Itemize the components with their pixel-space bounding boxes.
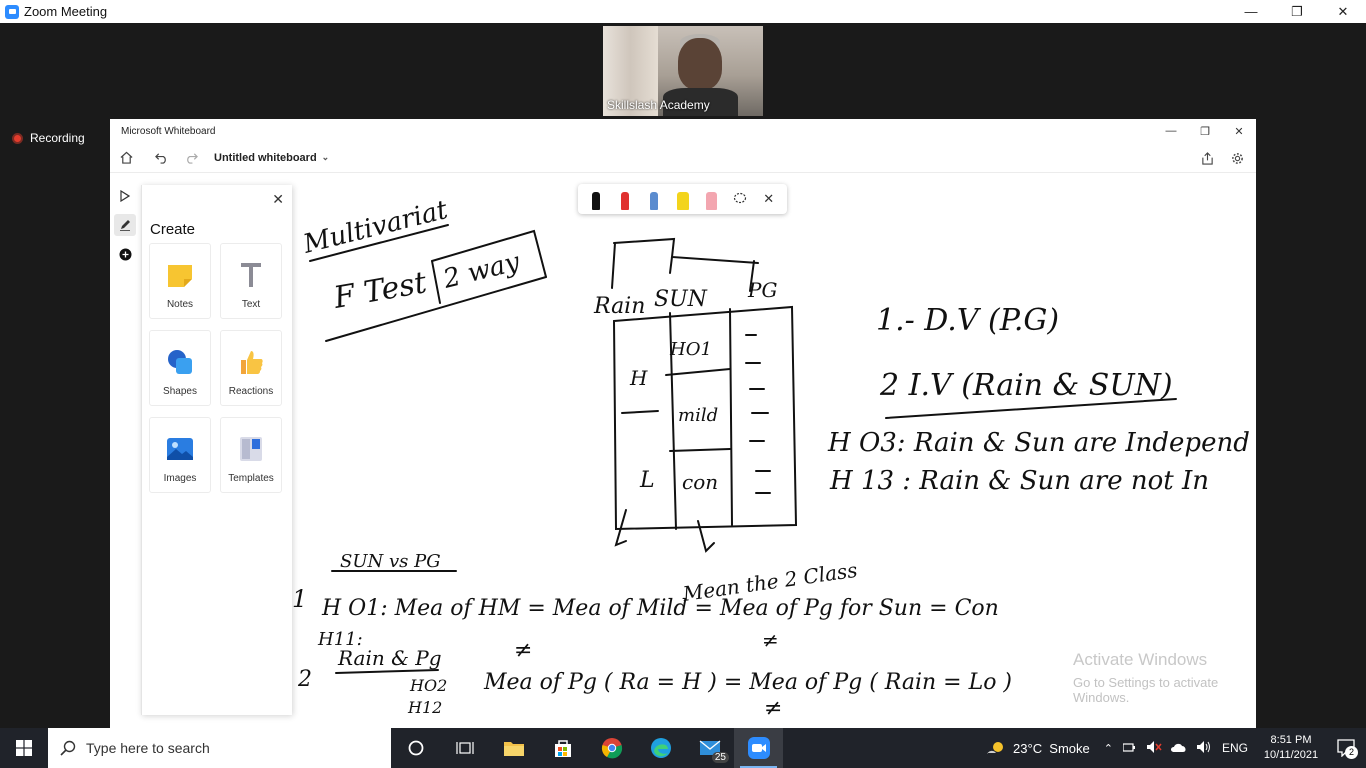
- task-view-icon: [455, 742, 474, 754]
- mail-button[interactable]: 25: [685, 728, 734, 768]
- participant-name: Skillslash Academy: [607, 98, 710, 112]
- redo-icon: [186, 153, 198, 164]
- zoom-window-title: Zoom Meeting: [24, 4, 108, 19]
- sun-header: SUN: [654, 287, 708, 312]
- chrome-icon: [601, 738, 622, 759]
- minimize-button[interactable]: —: [1228, 0, 1274, 23]
- recording-indicator[interactable]: Recording: [12, 131, 85, 145]
- handwriting-layer: Multivariat F Test 2 way Rain SUN PG HO1…: [292, 195, 1250, 721]
- network-icon[interactable]: [1122, 741, 1139, 756]
- start-button[interactable]: [0, 728, 48, 768]
- ho1-cell: HO1: [669, 339, 712, 360]
- whiteboard-canvas[interactable]: ✕ Create Notes Text Shapes Reactions Ima…: [110, 173, 1256, 728]
- task-view-button[interactable]: [440, 728, 489, 768]
- weather-label[interactable]: 23°C Smoke: [1013, 741, 1090, 756]
- activate-windows-subtitle: Go to Settings to activate Windows.: [1073, 675, 1219, 705]
- speaker-muted-icon[interactable]: [1146, 740, 1162, 757]
- con-cell: con: [682, 470, 718, 494]
- close-button[interactable]: ✕: [1320, 0, 1366, 23]
- search-placeholder: Type here to search: [86, 740, 210, 756]
- taskbar: Type here to search 25 23°C Smoke ⌃ ENG …: [0, 728, 1366, 768]
- activate-windows-title: Activate Windows: [1073, 650, 1208, 669]
- whiteboard-app-title: Microsoft Whiteboard: [121, 125, 216, 137]
- onedrive-cloud-icon[interactable]: [1170, 741, 1188, 756]
- hypothesis-line-1: H O1: Mea of HM = Mea of Mild = Mea of P…: [321, 596, 999, 621]
- share-icon: [1201, 151, 1213, 165]
- gear-icon: [1231, 152, 1243, 164]
- share-button[interactable]: [1192, 145, 1222, 171]
- whiteboard-toolbar: Untitled whiteboard ⌄: [110, 143, 1256, 173]
- wb-minimize-button[interactable]: —: [1154, 119, 1188, 143]
- recording-dot-icon: [12, 132, 23, 144]
- edge-icon: [650, 738, 671, 758]
- h-cell: H: [629, 366, 648, 390]
- chevron-up-icon[interactable]: ⌃: [1104, 742, 1113, 755]
- store-bag-icon: [554, 740, 571, 757]
- store-button[interactable]: [538, 728, 587, 768]
- weather-icon: [987, 742, 1004, 754]
- redo-button[interactable]: [176, 145, 206, 171]
- board-name: Untitled whiteboard: [214, 151, 317, 164]
- l-cell: L: [639, 468, 655, 493]
- whiteboard-window: Microsoft Whiteboard — ❐ ✕ Untitled whit…: [110, 119, 1256, 728]
- file-explorer-button[interactable]: [489, 728, 538, 768]
- zoom-titlebar: Zoom Meeting — ❐ ✕: [0, 0, 1366, 23]
- windows-logo-icon: [16, 740, 32, 756]
- notification-center-button[interactable]: 2: [1326, 728, 1366, 768]
- rain-pg-label: Rain & Pg: [337, 646, 442, 670]
- search-icon: [60, 740, 76, 756]
- title-multivariat: Multivariat: [299, 195, 451, 260]
- ho2-label: HO2: [409, 676, 447, 695]
- h12-label: H12: [407, 698, 442, 717]
- step-1-marker: 1: [292, 585, 307, 613]
- chevron-down-icon: ⌄: [321, 152, 330, 162]
- edge-button[interactable]: [636, 728, 685, 768]
- home-icon: [120, 151, 132, 164]
- clock-date: 10/11/2021: [1263, 749, 1319, 761]
- neq-mark-1: ≠: [514, 638, 532, 663]
- home-button[interactable]: [111, 145, 141, 171]
- system-tray: 23°C Smoke ⌃ ENG 8:51 PM 10/11/2021 2: [985, 728, 1366, 768]
- undo-icon: [154, 153, 166, 164]
- sun-vs-pg: SUN vs PG: [340, 551, 441, 572]
- dv-line: 1.- D.V (P.G): [876, 303, 1059, 338]
- wb-restore-button[interactable]: ❐: [1188, 119, 1222, 143]
- mail-badge: 25: [711, 752, 729, 763]
- chrome-button[interactable]: [587, 728, 636, 768]
- zoom-icon: [747, 737, 770, 759]
- wb-close-button[interactable]: ✕: [1222, 119, 1256, 143]
- participant-head: [678, 38, 722, 90]
- mild-cell: mild: [678, 405, 718, 426]
- volume-icon[interactable]: [1196, 740, 1212, 757]
- whiteboard-titlebar: Microsoft Whiteboard — ❐ ✕: [110, 119, 1256, 143]
- taskbar-search-box[interactable]: Type here to search: [48, 728, 391, 768]
- zoom-taskbar-button[interactable]: [734, 728, 783, 768]
- clock[interactable]: 8:51 PM 10/11/2021: [1256, 733, 1326, 763]
- language-indicator[interactable]: ENG: [1222, 741, 1248, 755]
- h13-line: H 13 : Rain & Sun are not In: [829, 466, 1209, 496]
- rain-header: Rain: [593, 294, 645, 319]
- neq-mark-2: ≠: [762, 628, 779, 652]
- ftest-label: F Test: [330, 265, 430, 316]
- recording-label: Recording: [30, 131, 85, 145]
- iv-line: 2 I.V (Rain & SUN): [879, 368, 1173, 403]
- settings-button[interactable]: [1222, 145, 1252, 171]
- restore-button[interactable]: ❐: [1274, 0, 1320, 23]
- folder-icon: [503, 742, 524, 756]
- cortana-circle-icon: [408, 740, 423, 756]
- board-name-dropdown[interactable]: Untitled whiteboard ⌄: [214, 152, 329, 164]
- h03-line: H O3: Rain & Sun are Independ: [827, 428, 1250, 458]
- zoom-logo-icon: [5, 4, 19, 19]
- notification-count-badge: 2: [1345, 746, 1358, 759]
- undo-button[interactable]: [146, 145, 176, 171]
- step-2-marker: 2: [297, 667, 312, 692]
- cortana-button[interactable]: [391, 728, 440, 768]
- hypothesis-line-2: Mea of Pg ( Ra = H ) = Mea of Pg ( Rain …: [483, 670, 1012, 695]
- neq-mark-3: ≠: [764, 696, 782, 721]
- clock-time: 8:51 PM: [1270, 734, 1312, 746]
